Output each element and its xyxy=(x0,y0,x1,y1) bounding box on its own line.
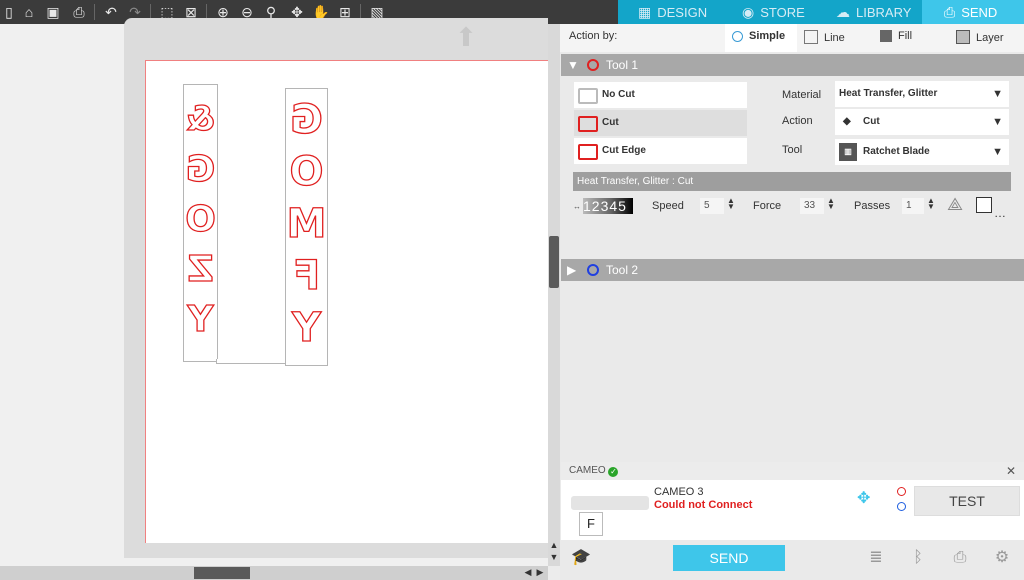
expand-icon: ▶ xyxy=(567,263,577,277)
tab-design[interactable]: ▦ DESIGN xyxy=(618,0,732,24)
option-layer[interactable]: Layer xyxy=(954,24,1014,52)
option-simple[interactable]: Simple xyxy=(725,24,797,52)
glyph-z: Z xyxy=(187,248,214,290)
dropdown-arrow-icon: ▼ xyxy=(992,88,1003,100)
scroll-left-icon[interactable]: ◀ xyxy=(522,567,534,578)
blade-depth-indicator[interactable]: 12345 xyxy=(583,198,633,214)
glyph-f: F xyxy=(292,252,321,299)
device-header: CAMEO ✓ ✕ xyxy=(561,462,1024,480)
glyph-m: M xyxy=(286,200,327,247)
vertical-scrollbar[interactable]: ▲ ▼ xyxy=(548,24,560,566)
action-by-label: Action by: xyxy=(569,30,618,42)
passes-label: Passes xyxy=(854,200,891,212)
action-select[interactable]: ◆ Cut ▼ xyxy=(835,109,1009,135)
close-icon[interactable]: ✕ xyxy=(1006,462,1016,480)
device-status: Could not Connect xyxy=(654,499,753,511)
tool2-header[interactable]: ▶ Tool 2 xyxy=(561,259,1024,281)
vertical-scroll-thumb[interactable] xyxy=(549,236,559,288)
media-roll-icon[interactable]: ≣ xyxy=(866,548,886,568)
no-cut-icon xyxy=(578,88,598,104)
store-icon: ◉ xyxy=(742,4,755,20)
tool2-circle-icon xyxy=(587,264,599,276)
tool1-indicator-icon xyxy=(897,487,906,496)
cloud-icon: ☁ xyxy=(836,4,850,20)
force-input[interactable]: 33 xyxy=(800,198,824,214)
dropdown-arrow-icon: ▼ xyxy=(992,146,1003,158)
simple-icon xyxy=(732,31,743,42)
tool-select[interactable]: ▥ Ratchet Blade ▼ xyxy=(835,139,1009,165)
glyph-g: G xyxy=(185,148,216,190)
glyph-y: Y xyxy=(291,304,321,351)
option-line[interactable]: Line xyxy=(802,24,872,52)
force-stepper-icon[interactable]: ▲ ▼ xyxy=(827,197,835,211)
new-document-icon[interactable]: ▯ xyxy=(0,3,18,21)
glyph-ampersand: & xyxy=(185,98,216,139)
tool1-circle-icon xyxy=(587,59,599,71)
tab-send[interactable]: ⎙ SEND xyxy=(922,0,1024,24)
move-arrows-icon[interactable]: ✥ xyxy=(857,488,870,508)
speed-stepper-icon[interactable]: ▲ ▼ xyxy=(727,197,735,211)
tab-library[interactable]: ☁ LIBRARY xyxy=(824,0,922,24)
dropdown-arrow-icon: ▼ xyxy=(992,116,1003,128)
grid-icon: ▦ xyxy=(638,4,652,20)
undo-icon[interactable]: ↶ xyxy=(102,3,120,21)
glyph-o: O xyxy=(185,198,217,240)
preview-thumbnail: F xyxy=(579,512,603,536)
tool1-header[interactable]: ▼ Tool 1 xyxy=(561,54,1024,76)
more-icon[interactable]: … xyxy=(994,206,1006,220)
toolbar-divider xyxy=(94,4,95,20)
test-button[interactable]: TEST xyxy=(914,486,1020,516)
cutter-icon[interactable]: ⎙ xyxy=(950,548,970,568)
force-label: Force xyxy=(753,200,782,212)
glyph-o: O xyxy=(289,148,324,195)
layer-icon xyxy=(956,30,970,44)
material-summary: Heat Transfer, Glitter : Cut xyxy=(573,172,1011,191)
ratchet-blade-icon: ▥ xyxy=(839,143,857,161)
action-label: Action xyxy=(782,115,813,127)
print-icon[interactable]: ⎙ xyxy=(70,3,88,21)
passes-stepper-icon[interactable]: ▲ ▼ xyxy=(927,197,935,211)
check-icon: ✓ xyxy=(608,467,619,477)
blade-icon: ◆ xyxy=(843,116,851,127)
save-icon[interactable]: ▣ xyxy=(44,3,62,21)
letter-strip-1[interactable]: & G O Z Y xyxy=(183,84,218,362)
scroll-up-icon[interactable]: ▲ xyxy=(548,540,560,550)
cut-option[interactable]: Cut xyxy=(574,110,747,136)
glyph-g: G xyxy=(289,96,323,143)
speed-label: Speed xyxy=(652,200,684,212)
passes-input[interactable]: 1 xyxy=(902,198,924,214)
scroll-down-icon[interactable]: ▼ xyxy=(548,552,560,562)
cameo-device-image xyxy=(571,496,649,510)
tutorial-cap-icon[interactable]: 🎓 xyxy=(571,548,591,568)
device-name: CAMEO 3 xyxy=(654,486,704,498)
material-select[interactable]: Heat Transfer, Glitter ▼ xyxy=(835,81,1009,107)
send-button[interactable]: SEND xyxy=(673,545,785,571)
cut-edge-icon xyxy=(578,144,598,160)
corner-icon[interactable] xyxy=(976,197,992,213)
horizontal-scrollbar[interactable]: ◀ ▶ xyxy=(0,566,548,580)
send-icon: ⎙ xyxy=(944,4,956,20)
no-cut-option[interactable]: No Cut xyxy=(574,82,747,108)
line-segment-overcut-icon[interactable]: ⟁ xyxy=(947,194,963,215)
material-label: Material xyxy=(782,89,822,101)
tool2-indicator-icon xyxy=(897,502,906,511)
feed-direction-icon: ⬆ xyxy=(455,22,477,52)
letter-strip-2[interactable]: G O M F Y xyxy=(285,88,328,366)
tool-label: Tool xyxy=(782,144,803,156)
open-folder-icon[interactable]: ⌂ xyxy=(20,3,38,21)
horizontal-scroll-thumb[interactable] xyxy=(194,567,250,579)
line-icon xyxy=(804,30,818,44)
tab-store[interactable]: ◉ STORE xyxy=(732,0,824,24)
collapse-icon: ▼ xyxy=(567,58,579,72)
glyph-y: Y xyxy=(187,298,214,340)
scroll-right-icon[interactable]: ▶ xyxy=(534,567,546,578)
cut-icon xyxy=(578,116,598,132)
bluetooth-icon[interactable]: ᛒ xyxy=(908,548,928,568)
fill-icon xyxy=(880,30,892,42)
settings-gear-icon[interactable]: ⚙ xyxy=(992,548,1012,568)
blade-depth-arrows-icon: ↔ xyxy=(573,202,581,211)
option-fill[interactable]: Fill xyxy=(878,24,938,52)
speed-input[interactable]: 5 xyxy=(700,198,724,214)
cut-edge-option[interactable]: Cut Edge xyxy=(574,138,747,164)
